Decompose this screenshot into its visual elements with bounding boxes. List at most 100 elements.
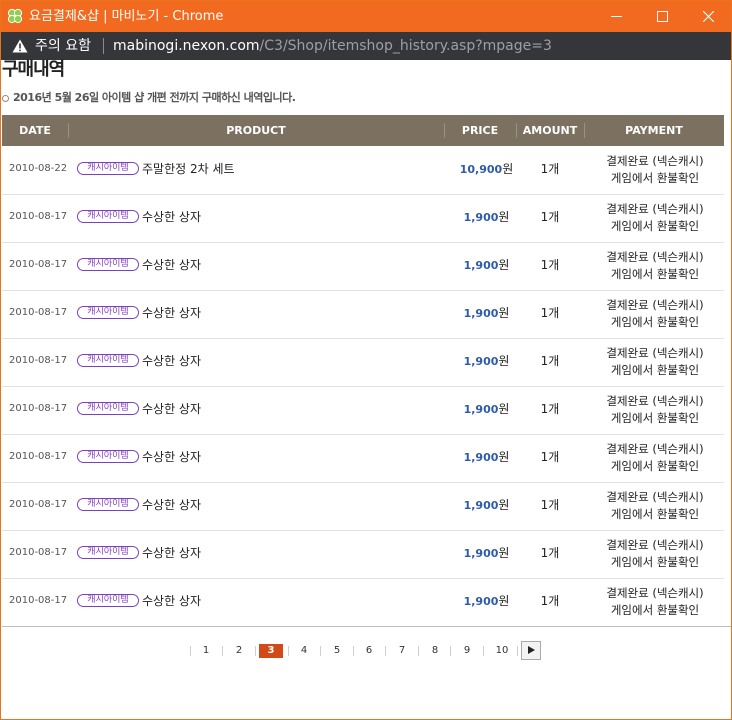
page-link-6[interactable]: 6: [359, 644, 379, 658]
price-value: 1,900: [463, 259, 499, 272]
price-currency: 원: [498, 306, 510, 320]
price-value: 1,900: [463, 451, 499, 464]
row-date: 2010-08-17: [9, 595, 68, 606]
table-row: 2010-08-17 캐시아이템 수상한 상자 1,900원 1개 결제완료 (…: [2, 338, 724, 387]
security-label[interactable]: 주의 요함: [35, 37, 91, 55]
row-date: 2010-08-17: [9, 403, 68, 414]
price-value: 1,900: [463, 403, 499, 416]
table-row: 2010-08-17 캐시아이템 수상한 상자 1,900원 1개 결제완료 (…: [2, 530, 724, 579]
price-value: 1,900: [463, 355, 499, 368]
row-product: 수상한 상자: [142, 402, 202, 416]
maximize-icon: [656, 11, 668, 22]
row-date: 2010-08-17: [9, 211, 68, 222]
cash-item-badge: 캐시아이템: [77, 162, 139, 175]
price-value: 10,900: [459, 163, 503, 176]
price-currency: 원: [498, 498, 510, 512]
row-product: 수상한 상자: [142, 354, 202, 368]
table-row: 2010-08-22 캐시아이템 주말한정 2차 세트 10,900원 1개 결…: [2, 146, 724, 195]
row-amount: 1개: [540, 546, 560, 560]
price-value: 1,900: [463, 499, 499, 512]
maximize-button[interactable]: [639, 1, 685, 32]
row-date: 2010-08-17: [9, 307, 68, 318]
page-separator: [418, 646, 419, 656]
page-separator: [353, 646, 354, 656]
price-currency: 원: [498, 546, 510, 560]
price-currency: 원: [498, 450, 510, 464]
cash-item-badge: 캐시아이템: [77, 306, 139, 319]
header-amount: AMOUNT: [522, 124, 578, 137]
row-product: 수상한 상자: [142, 258, 202, 272]
row-price: 1,900원: [445, 305, 528, 322]
header-product: PRODUCT: [226, 124, 286, 137]
row-payment-status: 결제완료 (넥슨캐시): [606, 346, 704, 360]
warning-icon[interactable]: [12, 39, 28, 53]
row-price: 1,900원: [445, 497, 528, 514]
minimize-button[interactable]: [593, 1, 639, 32]
bullet-icon: [2, 95, 9, 102]
page-link-7[interactable]: 7: [392, 644, 412, 658]
row-product: 수상한 상자: [142, 306, 202, 320]
table-row: 2010-08-17 캐시아이템 수상한 상자 1,900원 1개 결제완료 (…: [2, 194, 724, 243]
price-currency: 원: [498, 402, 510, 416]
page-link-8[interactable]: 8: [425, 644, 445, 658]
row-price: 1,900원: [445, 257, 528, 274]
row-payment-note: 게임에서 환불확인: [610, 459, 700, 473]
row-date: 2010-08-17: [9, 499, 68, 510]
url-path: /C3/Shop/itemshop_history.asp?mpage=3: [259, 38, 552, 54]
page-link-10[interactable]: 10: [492, 644, 512, 658]
page-link-1[interactable]: 1: [196, 644, 216, 658]
next-page-button[interactable]: [521, 641, 541, 660]
page-subtitle: 2016년 5월 26일 아이템 샵 개편 전까지 구매하신 내역입니다.: [13, 91, 296, 104]
row-payment-note: 게임에서 환불확인: [610, 411, 700, 425]
row-price: 1,900원: [445, 209, 528, 226]
row-product: 주말한정 2차 세트: [142, 162, 235, 176]
page-title: 구매내역: [2, 59, 65, 80]
row-payment-status: 결제완료 (넥슨캐시): [606, 394, 704, 408]
row-payment-status: 결제완료 (넥슨캐시): [606, 538, 704, 552]
page-link-2[interactable]: 2: [229, 644, 249, 658]
row-price: 1,900원: [445, 449, 528, 466]
page-link-4[interactable]: 4: [294, 644, 314, 658]
table-bottom-border: [2, 626, 731, 627]
row-price: 1,900원: [445, 353, 528, 370]
row-date: 2010-08-17: [9, 355, 68, 366]
row-price: 1,900원: [445, 545, 528, 562]
title-bar: 요금결제&샵 | 마비노기 - Chrome: [1, 1, 731, 32]
page-link-current[interactable]: 3: [259, 644, 283, 658]
close-button[interactable]: [685, 1, 731, 32]
price-currency: 원: [502, 162, 514, 176]
header-date: DATE: [19, 124, 51, 137]
header-payment: PAYMENT: [625, 124, 683, 137]
address-bar[interactable]: 주의 요함 mabinogi.nexon.com/C3/Shop/itemsho…: [1, 32, 731, 60]
clover-app-icon: [7, 8, 23, 24]
page-separator: [222, 646, 223, 656]
cash-item-badge: 캐시아이템: [77, 498, 139, 511]
page-separator: [255, 646, 256, 656]
row-product: 수상한 상자: [142, 450, 202, 464]
row-date: 2010-08-17: [9, 451, 68, 462]
cash-item-badge: 캐시아이템: [77, 258, 139, 271]
page-link-5[interactable]: 5: [327, 644, 347, 658]
row-price: 1,900원: [445, 593, 528, 610]
row-product: 수상한 상자: [142, 210, 202, 224]
row-amount: 1개: [540, 354, 560, 368]
table-header: DATE PRODUCT PRICE AMOUNT PAYMENT: [2, 115, 724, 146]
row-amount: 1개: [540, 498, 560, 512]
row-payment-note: 게임에서 환불확인: [610, 507, 700, 521]
row-payment-note: 게임에서 환불확인: [610, 267, 700, 281]
price-currency: 원: [498, 594, 510, 608]
page-separator: [517, 646, 518, 656]
row-payment-note: 게임에서 환불확인: [610, 603, 700, 617]
cash-item-badge: 캐시아이템: [77, 546, 139, 559]
address-separator: [103, 38, 104, 54]
row-amount: 1개: [540, 162, 560, 176]
page-separator: [385, 646, 386, 656]
url-field[interactable]: mabinogi.nexon.com/C3/Shop/itemshop_hist…: [113, 37, 552, 55]
table-row: 2010-08-17 캐시아이템 수상한 상자 1,900원 1개 결제완료 (…: [2, 290, 724, 339]
table-row: 2010-08-17 캐시아이템 수상한 상자 1,900원 1개 결제완료 (…: [2, 434, 724, 483]
table-row: 2010-08-17 캐시아이템 수상한 상자 1,900원 1개 결제완료 (…: [2, 242, 724, 291]
page-link-9[interactable]: 9: [457, 644, 477, 658]
row-date: 2010-08-22: [9, 163, 68, 174]
row-date: 2010-08-17: [9, 547, 68, 558]
row-amount: 1개: [540, 594, 560, 608]
